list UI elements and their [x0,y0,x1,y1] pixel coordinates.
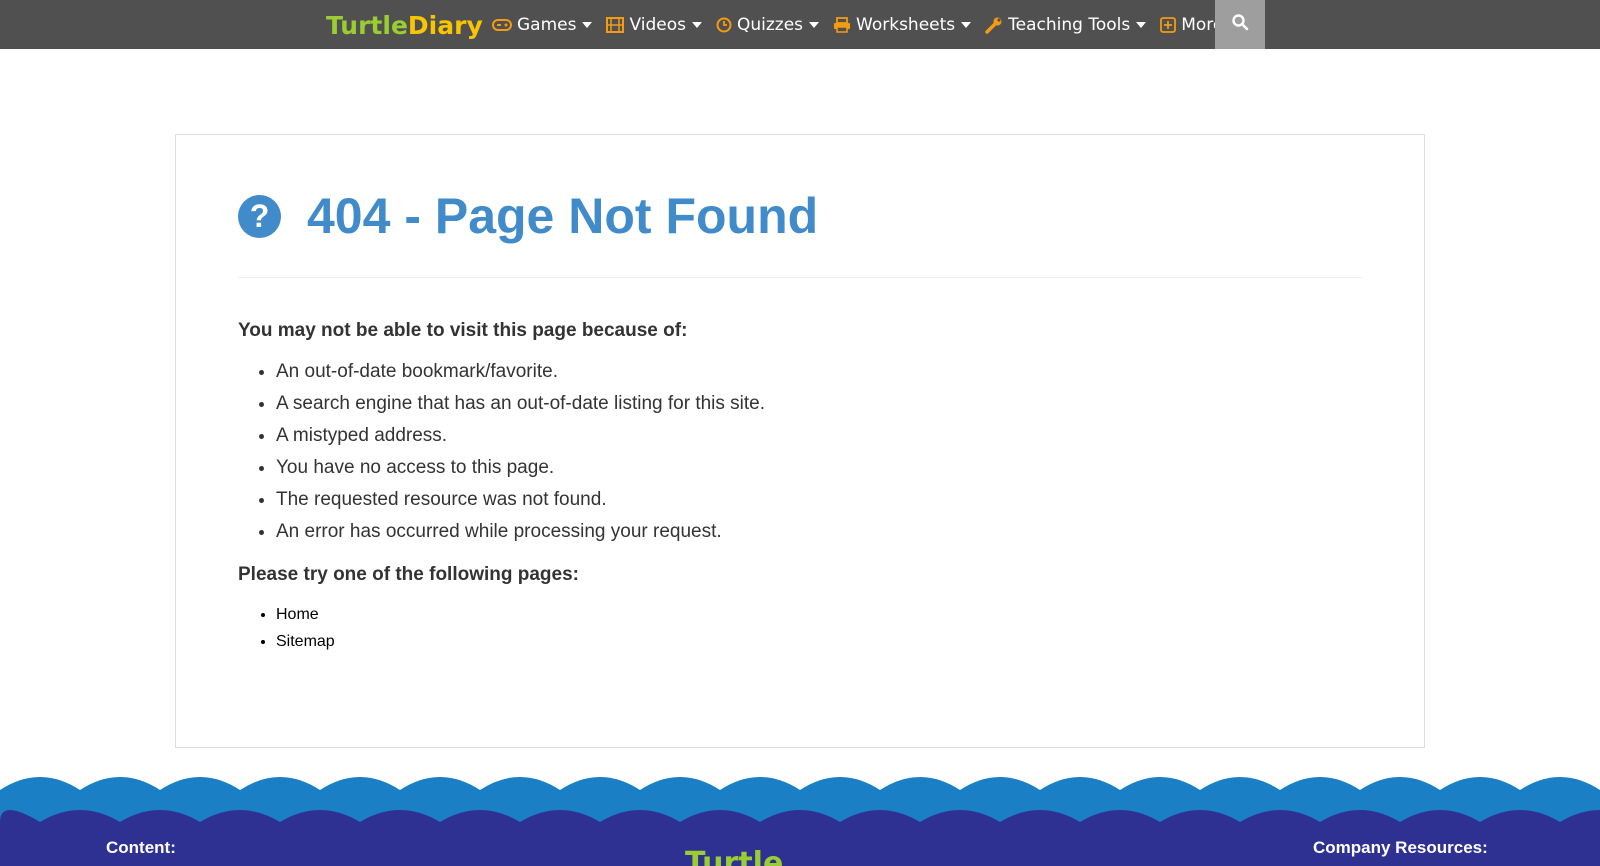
wrench-icon [985,16,1003,34]
reasons-list: An out-of-date bookmark/favorite. A sear… [276,361,765,553]
nav-item-games[interactable]: Games [492,0,593,49]
plus-square-icon [1160,16,1177,33]
nav-item-label: Teaching Tools [1008,14,1131,35]
list-item: You have no access to this page. [276,457,765,489]
nav-item-label: Quizzes [736,14,804,35]
search-button[interactable] [1215,0,1265,49]
suggestions-heading: Please try one of the following pages: [238,564,579,585]
gamepad-icon [492,18,512,31]
printer-icon [833,16,851,33]
list-item: A search engine that has an out-of-date … [276,393,765,425]
caret-down-icon [961,21,972,28]
nav-item-videos[interactable]: Videos [606,0,702,49]
logo-text-turtle: Turtle [326,10,408,40]
footer-logo[interactable]: Turtle [685,846,783,866]
list-item: An error has occurred while processing y… [276,521,765,553]
list-item: The requested resource was not found. [276,489,765,521]
film-icon [606,16,625,33]
list-item: Home [276,605,335,632]
top-navigation-bar: Turtle Diary Games Videos Quizzes Worksh… [0,0,1600,49]
suggested-links-list: Home Sitemap [276,605,335,659]
list-item: A mistyped address. [276,425,765,457]
list-item: An out-of-date bookmark/favorite. [276,361,765,393]
reasons-heading: You may not be able to visit this page b… [238,320,688,341]
clock-icon [716,17,732,33]
home-link[interactable]: Home [276,606,319,623]
logo-text-diary: Diary [407,10,483,40]
nav-item-label: Worksheets [856,14,956,35]
nav-menu: Games Videos Quizzes Worksheets Teaching… [492,0,1253,49]
divider [238,277,1363,278]
turtle-diary-logo[interactable]: Turtle Diary [326,7,483,43]
list-item: Sitemap [276,632,335,659]
footer-content-label: Content: [106,838,176,857]
nav-item-worksheets[interactable]: Worksheets [833,0,972,49]
title-row: ? 404 - Page Not Found [238,187,818,245]
caret-down-icon [582,21,593,28]
search-icon [1231,13,1249,36]
caret-down-icon [809,21,820,28]
footer-company-resources-label: Company Resources: [1313,838,1488,857]
nav-item-quizzes[interactable]: Quizzes [716,0,820,49]
nav-item-label: Games [517,14,577,35]
footer: Content: Turtle Company Resources: [0,770,1600,866]
sitemap-link[interactable]: Sitemap [276,633,335,650]
nav-item-label: Videos [629,14,686,35]
question-circle-icon: ? [238,194,281,238]
nav-item-teaching-tools[interactable]: Teaching Tools [985,0,1147,49]
caret-down-icon [1136,21,1147,28]
caret-down-icon [691,21,702,28]
error-card: ? 404 - Page Not Found You may not be ab… [175,134,1425,748]
page-title: 404 - Page Not Found [307,188,819,244]
